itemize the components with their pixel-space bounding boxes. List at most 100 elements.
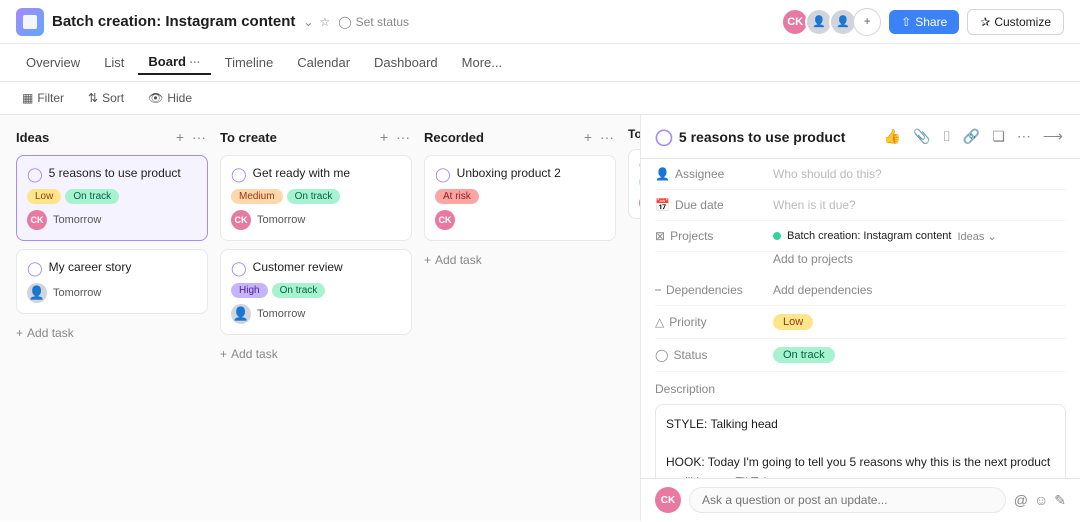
tag-on-track3: On track (287, 189, 341, 204)
add-task-to-create[interactable]: + Add task (220, 343, 412, 365)
description-box[interactable]: STYLE: Talking head HOOK: Today I'm goin… (655, 404, 1066, 478)
add-task-label3: Add task (435, 253, 482, 267)
card-title-text4: Customer review (253, 260, 343, 274)
tab-dashboard[interactable]: Dashboard (364, 51, 448, 74)
sort-button[interactable]: ⇅ Sort (82, 88, 130, 108)
hide-button[interactable]: 👁 Hide (142, 88, 198, 108)
hide-label: Hide (167, 91, 192, 105)
detail-body: 👤 Assignee Who should do this? 📅 Due dat… (641, 159, 1080, 478)
tag-medium: Medium (231, 189, 283, 204)
detail-row-projects: ⊠ Projects Batch creation: Instagram con… (655, 221, 1066, 252)
card-title-text: 5 reasons to use product (49, 166, 181, 180)
tab-timeline[interactable]: Timeline (215, 51, 284, 74)
column-recorded: Recorded + ··· ◯ Unboxing product 2 At r… (424, 127, 616, 509)
column-header-recorded: Recorded + ··· (424, 127, 616, 147)
thumbs-up-icon[interactable]: 👍 (881, 125, 904, 148)
detail-row-assignee: 👤 Assignee Who should do this? (655, 159, 1066, 190)
star-icon[interactable]: ☆ (319, 15, 330, 29)
card-footer4: 👤 Tomorrow (231, 304, 401, 324)
tag-on-track4: On track (272, 283, 326, 298)
share-button[interactable]: ⇧ Share (889, 10, 959, 34)
main-area: Ideas + ··· ◯ 5 reasons to use product L… (0, 115, 1080, 521)
detail-header: ◯ 5 reasons to use product 👍 📎 ⌷ 🔗 ❏ ⋯ ⟶ (641, 115, 1080, 159)
attachment-icon[interactable]: 📎 (910, 125, 933, 148)
card-to-edit-1[interactable]: ◯ On CK (628, 149, 640, 219)
top-bar-left: Batch creation: Instagram content ⌄ ☆ ◯ … (16, 8, 409, 36)
card-tags5: At risk (435, 189, 605, 204)
column-ideas: Ideas + ··· ◯ 5 reasons to use product L… (16, 127, 208, 509)
more-recorded-button[interactable]: ··· (598, 127, 616, 147)
set-status-label: Set status (356, 15, 409, 29)
more-ideas-button[interactable]: ··· (190, 127, 208, 147)
detail-check-icon: ◯ (655, 127, 673, 147)
tab-board[interactable]: Board ··· (138, 50, 210, 75)
card-date4: Tomorrow (257, 308, 305, 320)
project-section[interactable]: Ideas ⌄ (957, 230, 996, 243)
card-get-ready[interactable]: ◯ Get ready with me Medium On track CK T… (220, 155, 412, 241)
status-value[interactable]: On track (773, 347, 835, 363)
card-unboxing[interactable]: ◯ Unboxing product 2 At risk CK (424, 155, 616, 241)
close-icon[interactable]: ⟶ (1040, 125, 1066, 148)
attach-icon[interactable]: ✎ (1054, 492, 1066, 509)
due-date-label: 📅 Due date (655, 198, 765, 212)
description-label: Description (655, 382, 1066, 396)
branch-icon[interactable]: ⌷ (940, 125, 954, 148)
avatar-group: CK 👤 👤 + (781, 8, 881, 36)
card-avatar-ck5: CK (435, 210, 455, 230)
tag-at-risk: At risk (435, 189, 479, 204)
tab-more[interactable]: More... (452, 51, 512, 74)
add-card-ideas-button[interactable]: + (174, 127, 186, 147)
add-to-projects-link[interactable]: Add to projects (773, 252, 853, 266)
column-header-to-edit: To edi... (628, 127, 640, 141)
chevron-down-icon2: ⌄ (987, 231, 996, 243)
card-customer-review[interactable]: ◯ Customer review High On track 👤 Tomorr… (220, 249, 412, 335)
description-section: Description STYLE: Talking head HOOK: To… (655, 372, 1066, 478)
card-avatar-ck: CK (27, 210, 47, 230)
calendar-icon: 📅 (655, 198, 670, 212)
add-task-recorded[interactable]: + Add task (424, 249, 616, 271)
customize-button[interactable]: ✰ Customize (967, 9, 1064, 35)
status-tag: On track (773, 347, 835, 363)
comment-input[interactable] (689, 487, 1006, 513)
at-icon[interactable]: @ (1014, 492, 1028, 509)
more-to-create-button[interactable]: ··· (394, 127, 412, 147)
card-footer2: 👤 Tomorrow (27, 283, 197, 303)
tab-list[interactable]: List (94, 51, 134, 74)
add-task-ideas[interactable]: + Add task (16, 322, 208, 344)
emoji-icon[interactable]: ☺ (1034, 492, 1048, 509)
column-title-to-edit: To edi... (628, 127, 640, 141)
detail-action-buttons: 👍 📎 ⌷ 🔗 ❏ ⋯ ⟶ (881, 125, 1066, 148)
hide-icon: 👁 (148, 91, 163, 105)
card-footer: CK Tomorrow (27, 210, 197, 230)
expand-icon[interactable]: ❏ (989, 125, 1008, 148)
dependencies-value[interactable]: Add dependencies (773, 283, 872, 297)
assignee-value[interactable]: Who should do this? (773, 167, 882, 181)
due-date-value[interactable]: When is it due? (773, 198, 856, 212)
dependencies-label: ⎯ Dependencies (655, 282, 765, 297)
link-icon[interactable]: 🔗 (960, 125, 983, 148)
tag-high: High (231, 283, 268, 298)
card-5-reasons[interactable]: ◯ 5 reasons to use product Low On track … (16, 155, 208, 241)
desc-line-1: STYLE: Talking head (666, 415, 1055, 434)
tab-calendar[interactable]: Calendar (287, 51, 360, 74)
add-card-recorded-button[interactable]: + (582, 127, 594, 147)
card-check-icon: ◯ (27, 166, 43, 183)
detail-row-status: ◯ Status On track (655, 339, 1066, 372)
status-label: ◯ Status (655, 348, 765, 362)
dep-icon: ⎯ (655, 282, 661, 297)
chevron-down-icon[interactable]: ⌄ (303, 15, 313, 29)
tab-overview[interactable]: Overview (16, 51, 90, 74)
customize-icon: ✰ (980, 15, 990, 29)
card-date2: Tomorrow (53, 287, 101, 299)
column-to-edit: To edi... ◯ On CK (628, 127, 640, 509)
filter-button[interactable]: ▦ Filter (16, 88, 70, 108)
card-my-career-story[interactable]: ◯ My career story 👤 Tomorrow (16, 249, 208, 314)
priority-value[interactable]: Low (773, 314, 813, 330)
set-status-button[interactable]: ◯ Set status (338, 15, 409, 29)
add-card-to-create-button[interactable]: + (378, 127, 390, 147)
project-name[interactable]: Batch creation: Instagram content (787, 230, 951, 242)
more-icon[interactable]: ⋯ (1014, 125, 1034, 148)
top-bar-right: CK 👤 👤 + ⇧ Share ✰ Customize (781, 8, 1064, 36)
comment-section: CK @ ☺ ✎ (641, 478, 1080, 521)
share-icon: ⇧ (901, 15, 911, 29)
